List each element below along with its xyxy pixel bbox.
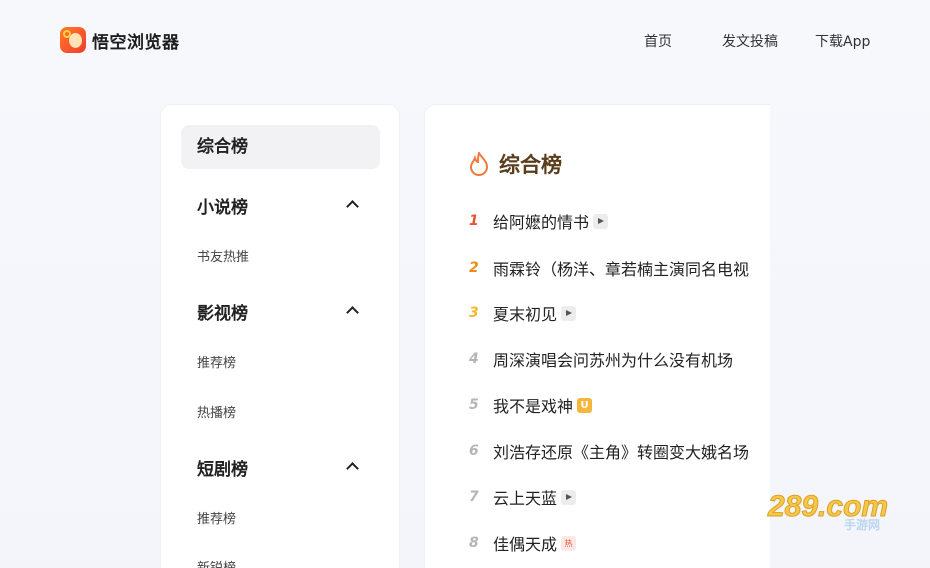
sidebar-item-film-hot[interactable]: 热播榜 bbox=[197, 402, 236, 421]
ranking-list-card: 综合榜 1 给阿嬷的情书 2 雨霖铃（杨洋、章若楠主演同名电视 3 夏末初见 4… bbox=[424, 104, 770, 568]
u-badge-icon: U bbox=[577, 397, 593, 413]
sidebar-item-drama-new[interactable]: 新锐榜 bbox=[197, 557, 236, 568]
sidebar-group-novel[interactable]: 小说榜 bbox=[197, 193, 248, 218]
sidebar-group-short-drama[interactable]: 短剧榜 bbox=[197, 455, 248, 480]
hot-badge-icon: 热 bbox=[561, 535, 577, 551]
rank-number: 7 bbox=[469, 489, 479, 505]
rank-title[interactable]: 雨霖铃（杨洋、章若楠主演同名电视 bbox=[493, 256, 749, 280]
rank-number: 5 bbox=[469, 397, 479, 413]
play-icon bbox=[593, 213, 609, 229]
sidebar-item-overall[interactable]: 综合榜 bbox=[181, 125, 380, 169]
rank-number: 6 bbox=[469, 443, 479, 459]
rank-number: 8 bbox=[469, 535, 479, 551]
rank-number: 1 bbox=[469, 213, 479, 229]
chevron-up-icon[interactable] bbox=[346, 306, 359, 319]
rank-item[interactable]: 2 雨霖铃（杨洋、章若楠主演同名电视 bbox=[469, 255, 749, 281]
rank-title[interactable]: 刘浩存还原《主角》转圈变大娥名场 bbox=[493, 439, 749, 463]
chevron-up-icon[interactable] bbox=[346, 462, 359, 475]
rank-item[interactable]: 4 周深演唱会问苏州为什么没有机场 bbox=[469, 346, 733, 372]
nav-post-link[interactable]: 发文投稿 bbox=[722, 31, 778, 51]
rank-title[interactable]: 给阿嬷的情书 bbox=[493, 209, 589, 233]
rank-title[interactable]: 云上天蓝 bbox=[493, 485, 557, 509]
sidebar-group-film[interactable]: 影视榜 bbox=[197, 299, 248, 324]
sidebar-item-drama-recommend[interactable]: 推荐榜 bbox=[197, 508, 236, 527]
rank-title[interactable]: 夏末初见 bbox=[493, 301, 557, 325]
ranking-title: 综合榜 bbox=[499, 153, 562, 177]
app-logo[interactable]: 悟空浏览器 bbox=[60, 27, 180, 53]
app-name: 悟空浏览器 bbox=[92, 32, 180, 53]
nav-download-app-link[interactable]: 下载App bbox=[815, 31, 870, 51]
nav-home-link[interactable]: 首页 bbox=[644, 31, 672, 51]
rank-item[interactable]: 8 佳偶天成 热 bbox=[469, 530, 577, 556]
rank-item[interactable]: 7 云上天蓝 bbox=[469, 484, 577, 510]
289-watermark-logo: 289.com 手游网 bbox=[767, 490, 889, 533]
rank-item[interactable]: 3 夏末初见 bbox=[469, 300, 577, 326]
rank-number: 3 bbox=[469, 305, 479, 321]
ranking-sidebar: 综合榜 小说榜 书友热推 影视榜 推荐榜 热播榜 短剧榜 推荐榜 新锐榜 bbox=[160, 104, 400, 568]
rank-title[interactable]: 周深演唱会问苏州为什么没有机场 bbox=[493, 347, 733, 371]
sidebar-item-film-recommend[interactable]: 推荐榜 bbox=[197, 352, 236, 371]
sidebar-item-book-friends[interactable]: 书友热推 bbox=[197, 246, 249, 265]
wukong-logo-icon bbox=[60, 27, 86, 53]
rank-item[interactable]: 5 我不是戏神 U bbox=[469, 392, 593, 418]
play-icon bbox=[561, 489, 577, 505]
ranking-header: 综合榜 bbox=[469, 149, 562, 179]
flame-icon bbox=[469, 152, 489, 176]
rank-number: 4 bbox=[469, 351, 479, 367]
rank-item[interactable]: 6 刘浩存还原《主角》转圈变大娥名场 bbox=[469, 438, 749, 464]
rank-title[interactable]: 佳偶天成 bbox=[493, 531, 557, 555]
rank-number: 2 bbox=[469, 260, 479, 276]
rank-title[interactable]: 我不是戏神 bbox=[493, 393, 573, 417]
watermark-subtext: 手游网 bbox=[844, 517, 880, 532]
rank-item[interactable]: 1 给阿嬷的情书 bbox=[469, 208, 609, 234]
chevron-up-icon[interactable] bbox=[346, 200, 359, 213]
play-icon bbox=[561, 305, 577, 321]
